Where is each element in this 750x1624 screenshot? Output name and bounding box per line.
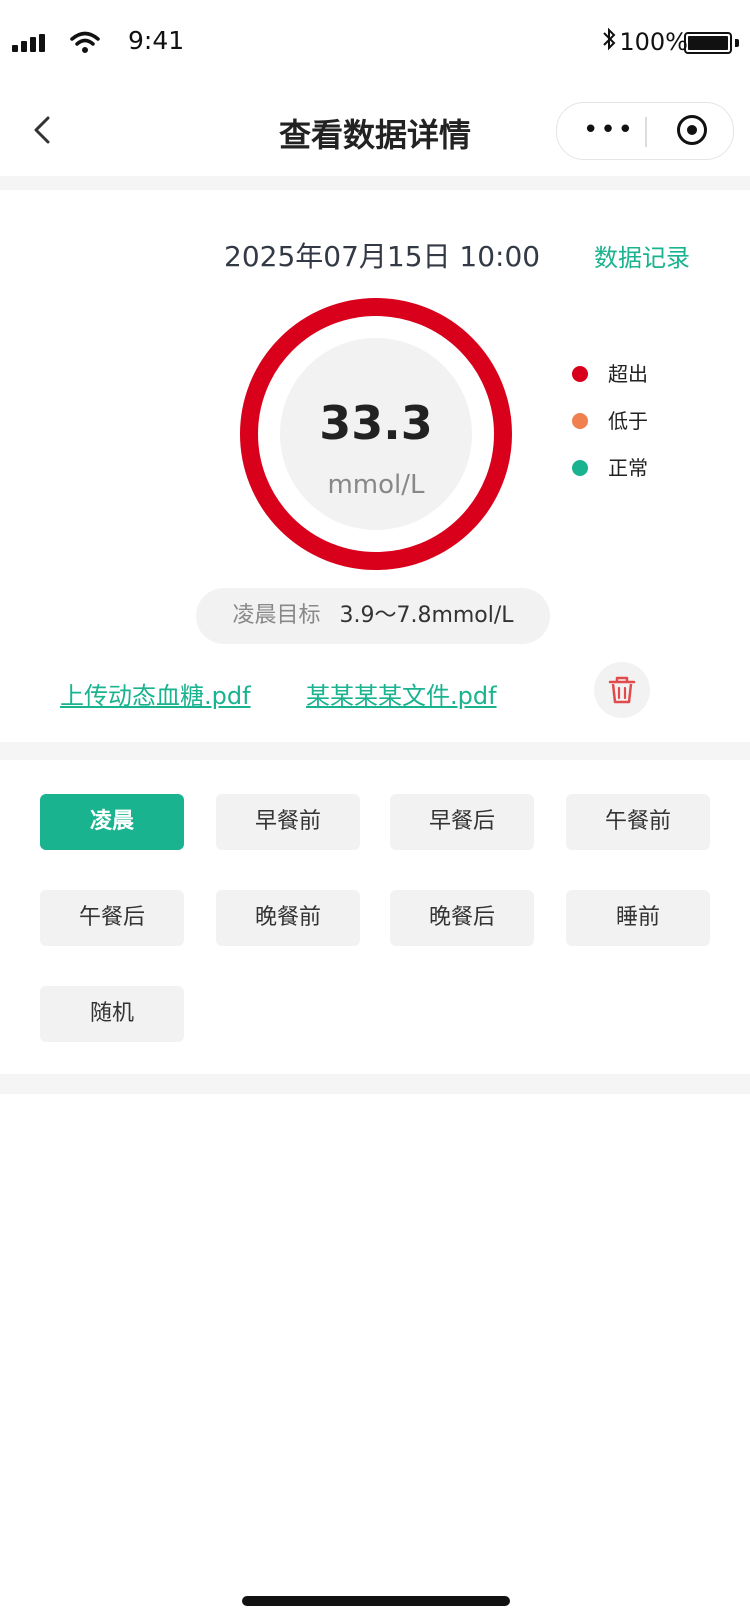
period-chip-random[interactable]: 随机 (40, 986, 184, 1042)
more-icon[interactable]: ••• (583, 115, 635, 145)
status-time: 9:41 (128, 26, 185, 55)
status-bar: 9:41 100% (0, 0, 750, 88)
nav-bar: 查看数据详情 ••• (0, 88, 750, 176)
wifi-icon (70, 31, 100, 53)
legend-label: 正常 (608, 456, 648, 480)
trash-icon (608, 676, 636, 704)
glucose-value: 33.3 (319, 396, 433, 450)
battery-percentage: 100% (619, 28, 688, 56)
home-indicator[interactable] (242, 1596, 510, 1606)
period-chip-before-lunch[interactable]: 午餐前 (566, 794, 710, 850)
legend-dot-high-icon (572, 366, 588, 382)
target-range-pill: 凌晨目标 3.9～7.8mmol/L (196, 588, 550, 644)
legend-label: 低于 (608, 409, 648, 433)
legend-item-normal: 正常 (572, 452, 648, 481)
period-chip-after-breakfast[interactable]: 早餐后 (390, 794, 534, 850)
bluetooth-icon (602, 26, 616, 58)
glucose-unit: mmol/L (327, 470, 425, 500)
period-chip-after-lunch[interactable]: 午餐后 (40, 890, 184, 946)
legend-dot-low-icon (572, 413, 588, 429)
signal-icon (12, 34, 46, 52)
mini-program-capsule: ••• (556, 102, 734, 160)
legend-dot-normal-icon (572, 460, 588, 476)
legend-label: 超出 (608, 362, 648, 386)
battery-cap (735, 39, 739, 47)
battery-icon (684, 32, 732, 54)
close-miniprogram-icon[interactable] (677, 115, 707, 145)
period-chip-bedtime[interactable]: 睡前 (566, 890, 710, 946)
legend-item-high: 超出 (572, 358, 648, 387)
period-chip-before-dinner[interactable]: 晚餐前 (216, 890, 360, 946)
delete-button[interactable] (594, 662, 650, 718)
data-record-link[interactable]: 数据记录 (594, 238, 690, 273)
period-chip-after-dinner[interactable]: 晚餐后 (390, 890, 534, 946)
target-value: 3.9～7.8mmol/L (339, 603, 514, 628)
period-chip-before-breakfast[interactable]: 早餐前 (216, 794, 360, 850)
reading-datetime: 2025年07月15日 10:00 (224, 240, 541, 273)
section-divider (0, 1074, 750, 1094)
file-link-cgm[interactable]: 上传动态血糖.pdf (60, 676, 251, 711)
capsule-divider (645, 117, 647, 147)
legend-item-low: 低于 (572, 405, 648, 434)
section-divider (0, 176, 750, 190)
section-divider (0, 742, 750, 760)
file-link-document[interactable]: 某某某某文件.pdf (306, 676, 497, 711)
target-label: 凌晨目标 (232, 603, 321, 628)
period-chip-early-morning[interactable]: 凌晨 (40, 794, 184, 850)
